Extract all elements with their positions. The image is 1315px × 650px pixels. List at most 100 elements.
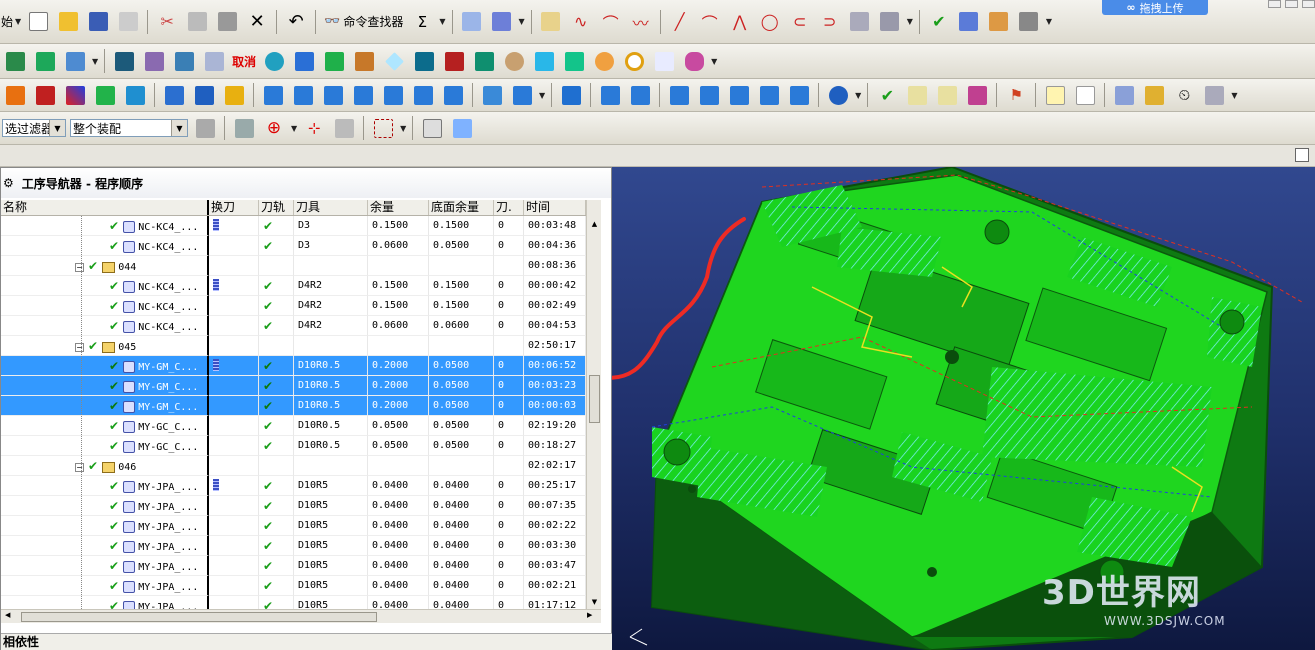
display-icon[interactable]: [92, 82, 118, 108]
point-constructor-icon[interactable]: ⊹: [301, 115, 327, 141]
cell-name[interactable]: ✔ NC-KC4_...: [1, 276, 209, 296]
column-header-toolchange[interactable]: 换刀: [209, 200, 259, 215]
cube-icon[interactable]: [531, 48, 557, 74]
cylinder-icon[interactable]: [681, 48, 707, 74]
feature-icon[interactable]: [2, 48, 28, 74]
scroll-up-arrow[interactable]: ▲: [587, 216, 602, 231]
cut-icon[interactable]: ✂: [154, 9, 180, 35]
arc-icon[interactable]: ⌒: [598, 9, 624, 35]
table-row[interactable]: − ✔ 045 02:50:17: [1, 336, 601, 356]
list-icon[interactable]: [726, 82, 752, 108]
cell-name[interactable]: ✔ MY-JPA_...: [1, 476, 209, 496]
chevron-down-icon[interactable]: ▼: [855, 91, 861, 100]
drill-icon[interactable]: [171, 48, 197, 74]
cell-name[interactable]: ✔ NC-KC4_...: [1, 216, 209, 236]
table-row[interactable]: ✔ MY-JPA_... ✔ D10R5 0.0400 0.0400 0 00:02:22: [1, 516, 601, 536]
shop-doc-icon[interactable]: [1016, 9, 1042, 35]
command-finder-button[interactable]: 👓 命令查找器: [320, 13, 407, 30]
cell-name[interactable]: ✔ NC-KC4_...: [1, 316, 209, 336]
replay-icon[interactable]: [934, 82, 960, 108]
render-icon[interactable]: [122, 82, 148, 108]
document-icon[interactable]: [1072, 82, 1098, 108]
curve-icon[interactable]: ∿: [568, 9, 594, 35]
project-curve-icon[interactable]: [847, 9, 873, 35]
restore-button[interactable]: [1285, 0, 1298, 8]
chevron-down-icon[interactable]: ▼: [1046, 17, 1052, 26]
grid-icon[interactable]: [666, 82, 692, 108]
delete-icon[interactable]: ✕: [244, 9, 270, 35]
column-header-stock[interactable]: 余量: [368, 200, 429, 215]
output-icon[interactable]: [986, 9, 1012, 35]
table-row[interactable]: − ✔ 046 02:02:17: [1, 456, 601, 476]
collapse-toggle-icon[interactable]: −: [75, 342, 84, 352]
save-icon[interactable]: [85, 9, 111, 35]
undo-icon[interactable]: ↶: [283, 9, 309, 35]
box-blue-icon[interactable]: [291, 48, 317, 74]
dependencies-panel-header[interactable]: 相依性: [1, 633, 613, 650]
scroll-thumb[interactable]: [21, 612, 377, 622]
new-file-icon[interactable]: [25, 9, 51, 35]
table-row[interactable]: ✔ MY-JPA_... ✔ D10R5 0.0400 0.0400 0 01:17:12: [1, 596, 601, 609]
scroll-right-arrow[interactable]: ▶: [587, 611, 592, 619]
quick-pick-icon[interactable]: [331, 115, 357, 141]
collapse-toggle-icon[interactable]: −: [75, 462, 84, 472]
sphere-icon[interactable]: [261, 48, 287, 74]
mill-part-icon[interactable]: [111, 48, 137, 74]
cell-name[interactable]: ✔ MY-JPA_...: [1, 576, 209, 596]
name-icon[interactable]: [440, 82, 466, 108]
tool-icon[interactable]: [221, 82, 247, 108]
columns-icon[interactable]: [756, 82, 782, 108]
cell-name[interactable]: ✔ MY-GM_C...: [1, 356, 209, 376]
form-icon[interactable]: [161, 82, 187, 108]
cell-name[interactable]: ✔ MY-GM_C...: [1, 376, 209, 396]
selection-icon[interactable]: [489, 9, 515, 35]
machine-icon[interactable]: [956, 9, 982, 35]
horizontal-scrollbar[interactable]: ◀ ▶: [1, 609, 601, 623]
snap-icon[interactable]: [459, 9, 485, 35]
cube-green-icon[interactable]: [561, 48, 587, 74]
gear-icon[interactable]: [825, 82, 851, 108]
cell-name[interactable]: ✔ MY-JPA_...: [1, 496, 209, 516]
chevron-down-icon[interactable]: ▼: [711, 57, 717, 66]
column-header-path-count[interactable]: 刀.: [494, 200, 524, 215]
abs-rotate-icon[interactable]: [320, 82, 346, 108]
print-icon[interactable]: [115, 9, 141, 35]
scroll-thumb[interactable]: [589, 375, 600, 423]
chevron-down-icon[interactable]: ▼: [92, 57, 98, 66]
chevron-down-icon[interactable]: ▼: [400, 124, 406, 133]
sum-icon[interactable]: Σ: [409, 9, 435, 35]
block-teal-icon[interactable]: [411, 48, 437, 74]
export-icon[interactable]: [32, 82, 58, 108]
cell-name[interactable]: − ✔ 045: [1, 336, 209, 356]
postprocess-icon[interactable]: [964, 82, 990, 108]
table-row[interactable]: ✔ NC-KC4_... ✔ D4R2 0.1500 0.1500 0 00:02:49: [1, 296, 601, 316]
cell-name[interactable]: − ✔ 046: [1, 456, 209, 476]
minimize-button[interactable]: [1268, 0, 1281, 8]
column-header-name[interactable]: 名称: [1, 200, 209, 215]
filter-settings-icon[interactable]: [192, 115, 218, 141]
settings-icon[interactable]: [1201, 82, 1227, 108]
color-icon[interactable]: [62, 82, 88, 108]
chevron-down-icon[interactable]: ▼: [519, 17, 525, 26]
open-folder-icon[interactable]: [55, 9, 81, 35]
trim-curve-icon[interactable]: ⊃: [817, 9, 843, 35]
comment-icon[interactable]: [1042, 82, 1068, 108]
transform-icon[interactable]: [350, 82, 376, 108]
table-icon[interactable]: [597, 82, 623, 108]
cell-name[interactable]: ✔ MY-JPA_...: [1, 596, 209, 609]
paste-icon[interactable]: [214, 9, 240, 35]
target-icon[interactable]: [621, 48, 647, 74]
close-button[interactable]: [1302, 0, 1315, 8]
chevron-down-icon[interactable]: ▼: [15, 17, 21, 26]
table-row[interactable]: ✔ MY-GC_C... ✔ D10R0.5 0.0500 0.0500 0 02:19:2…: [1, 416, 601, 436]
edit-icon[interactable]: [191, 82, 217, 108]
start-menu[interactable]: 始: [0, 13, 13, 30]
offset-curve-icon[interactable]: ⊂: [787, 9, 813, 35]
monkey-icon[interactable]: [501, 48, 527, 74]
table-row[interactable]: ✔ MY-JPA_... ✔ D10R5 0.0400 0.0400 0 00:03:30: [1, 536, 601, 556]
import-icon[interactable]: [2, 82, 28, 108]
collapse-toggle-icon[interactable]: −: [75, 262, 84, 272]
polyline-icon[interactable]: ⋀: [727, 9, 753, 35]
boundary-icon[interactable]: [201, 48, 227, 74]
copy-icon[interactable]: [184, 9, 210, 35]
